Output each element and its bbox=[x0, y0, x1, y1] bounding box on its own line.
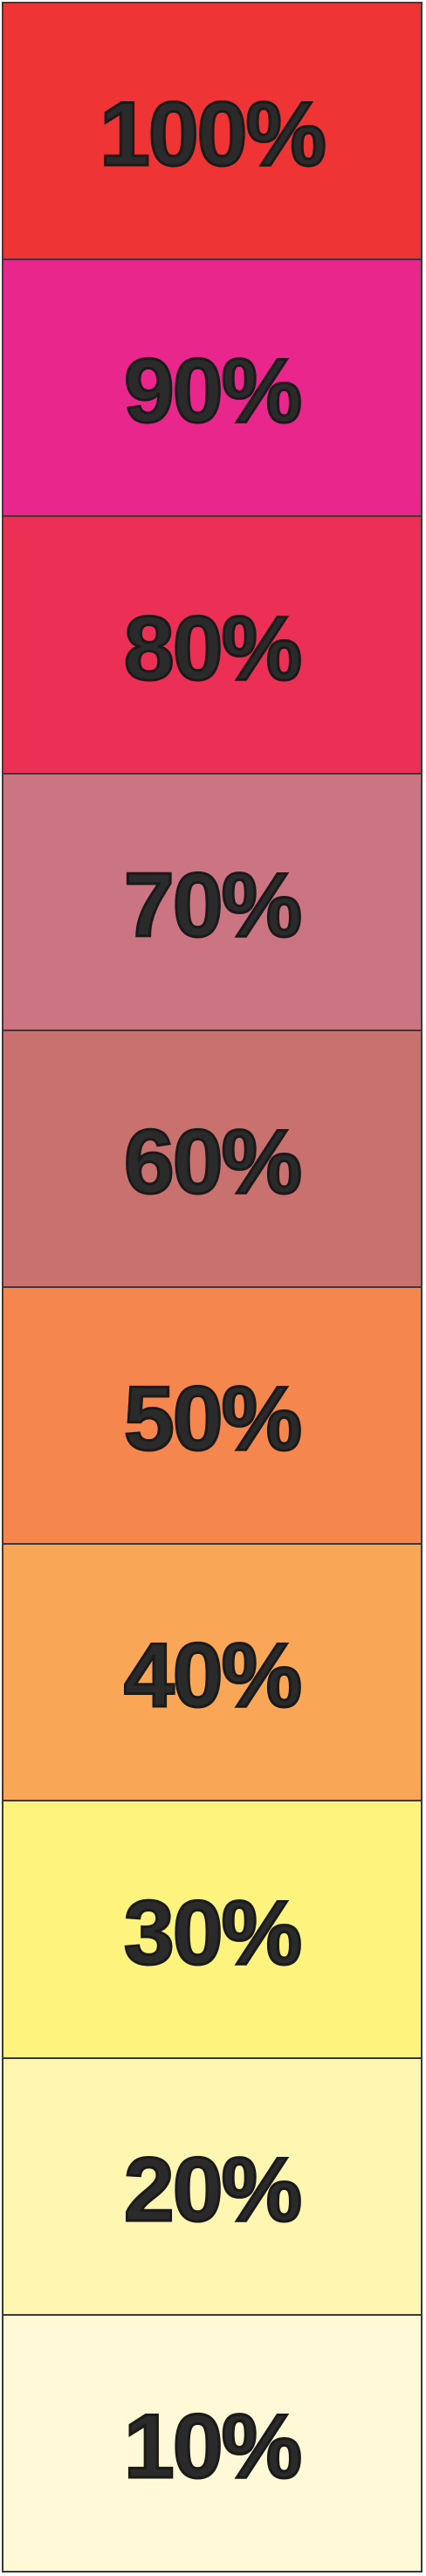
swatch-10: 10% bbox=[3, 2315, 421, 2572]
swatch-label: 50% bbox=[122, 1368, 303, 1471]
swatch-label: 20% bbox=[122, 2139, 303, 2241]
swatch-80: 80% bbox=[3, 517, 421, 775]
color-swatch-stack: 100% 90% 80% 70% 60% 50% 40% 30% 20% 10% bbox=[2, 2, 423, 2573]
swatch-label: 90% bbox=[122, 341, 303, 443]
swatch-label: 30% bbox=[122, 1882, 303, 1984]
swatch-label: 80% bbox=[122, 597, 303, 699]
swatch-label: 70% bbox=[122, 854, 303, 956]
swatch-label: 40% bbox=[122, 1625, 303, 1727]
swatch-50: 50% bbox=[3, 1288, 421, 1546]
swatch-label: 60% bbox=[122, 1111, 303, 1213]
swatch-20: 20% bbox=[3, 2058, 421, 2316]
swatch-label: 10% bbox=[122, 2395, 303, 2497]
swatch-90: 90% bbox=[3, 260, 421, 518]
swatch-30: 30% bbox=[3, 1801, 421, 2059]
swatch-label: 100% bbox=[99, 84, 328, 186]
swatch-70: 70% bbox=[3, 774, 421, 1031]
swatch-60: 60% bbox=[3, 1030, 421, 1289]
swatch-40: 40% bbox=[3, 1545, 421, 1802]
swatch-100: 100% bbox=[3, 3, 421, 261]
